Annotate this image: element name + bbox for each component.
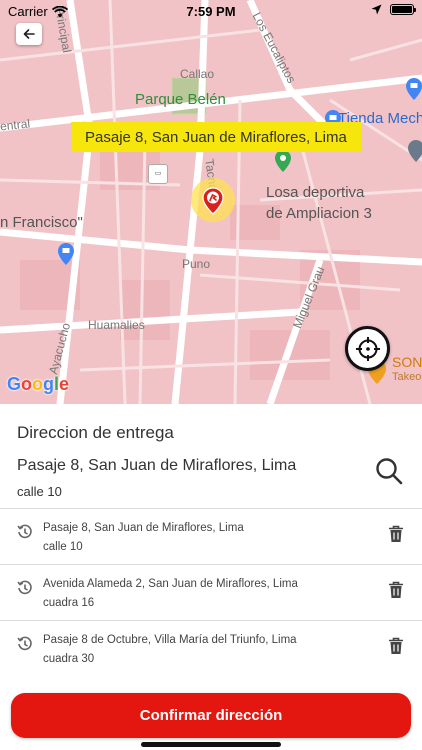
address-history-list: Pasaje 8, San Juan de Miraflores, Lima c… bbox=[0, 508, 422, 676]
search-icon bbox=[376, 458, 403, 485]
map-label-puno: Puno bbox=[182, 257, 211, 271]
google-logo-letter: G bbox=[7, 374, 22, 394]
back-button[interactable] bbox=[16, 23, 42, 45]
location-pin-icon[interactable] bbox=[201, 187, 225, 215]
history-reference: cuadra 16 bbox=[43, 597, 95, 609]
panel-title: Direccion de entrega bbox=[17, 423, 174, 442]
clock: 7:59 PM bbox=[186, 4, 236, 19]
status-icons bbox=[371, 4, 416, 15]
history-address: Pasaje 8, San Juan de Miraflores, Lima bbox=[43, 522, 244, 534]
confirm-address-button[interactable]: Confirmar dirección bbox=[11, 693, 411, 738]
trash-icon bbox=[389, 581, 403, 598]
trash-icon bbox=[389, 525, 403, 542]
store-marker-icon[interactable] bbox=[406, 78, 422, 100]
history-item[interactable]: Avenida Alameda 2, San Juan de Miraflore… bbox=[0, 564, 422, 620]
map-label-parque-belen: Parque Belén bbox=[135, 91, 226, 108]
history-icon bbox=[17, 524, 32, 539]
bus-stop-icon: ▭ bbox=[148, 164, 168, 184]
history-icon bbox=[17, 580, 32, 595]
map-label-son: SON bbox=[392, 354, 422, 370]
history-item[interactable]: Pasaje 8, San Juan de Miraflores, Lima c… bbox=[0, 508, 422, 564]
map-label-losa-deportiva-2: de Ampliacion 3 bbox=[266, 205, 372, 222]
map-label-huamalies: Huamalies bbox=[88, 318, 145, 332]
delivery-address-panel: Direccion de entrega Pasaje 8, San Juan … bbox=[0, 404, 422, 750]
store-marker-icon[interactable] bbox=[58, 243, 74, 265]
arrow-left-icon bbox=[23, 29, 35, 39]
google-logo-letter: o bbox=[21, 374, 33, 394]
home-indicator bbox=[141, 742, 281, 747]
map-label-takeo: Takeo bbox=[392, 371, 422, 383]
search-button[interactable] bbox=[374, 456, 404, 486]
delete-history-button[interactable] bbox=[386, 579, 406, 601]
my-location-button[interactable] bbox=[345, 326, 390, 371]
status-bar: Carrier 7:59 PM bbox=[0, 0, 422, 22]
selected-address[interactable]: Pasaje 8, San Juan de Miraflores, Lima bbox=[17, 457, 296, 475]
park-marker-icon[interactable] bbox=[275, 150, 291, 172]
map-label-losa-deportiva: Losa deportiva bbox=[266, 184, 365, 201]
trash-icon bbox=[389, 637, 403, 654]
history-address: Avenida Alameda 2, San Juan de Miraflore… bbox=[43, 578, 298, 590]
history-address: Pasaje 8 de Octubre, Villa María del Tri… bbox=[43, 634, 297, 646]
selected-reference: calle 10 bbox=[17, 484, 62, 499]
delete-history-button[interactable] bbox=[386, 523, 406, 545]
google-logo-letter: o bbox=[32, 374, 44, 394]
address-tooltip: Pasaje 8, San Juan de Miraflores, Lima bbox=[71, 122, 361, 152]
crosshair-icon bbox=[355, 336, 380, 361]
map-view[interactable]: Principal Los Eucaliptos Callao Parque B… bbox=[0, 0, 422, 404]
history-item[interactable]: Pasaje 8 de Octubre, Villa María del Tri… bbox=[0, 620, 422, 676]
history-icon bbox=[17, 636, 32, 651]
google-logo-letter: e bbox=[59, 374, 70, 394]
history-reference: cuadra 30 bbox=[43, 653, 95, 665]
google-logo-letter: g bbox=[43, 374, 55, 394]
history-reference: calle 10 bbox=[43, 541, 83, 553]
location-arrow-icon bbox=[371, 4, 382, 15]
info-marker-icon[interactable] bbox=[408, 140, 422, 162]
map-label-callao: Callao bbox=[180, 67, 215, 81]
delete-history-button[interactable] bbox=[386, 635, 406, 657]
google-logo: Google bbox=[7, 374, 69, 395]
battery-icon bbox=[390, 4, 416, 15]
map-label-san-francisco: n Francisco" bbox=[0, 214, 83, 231]
